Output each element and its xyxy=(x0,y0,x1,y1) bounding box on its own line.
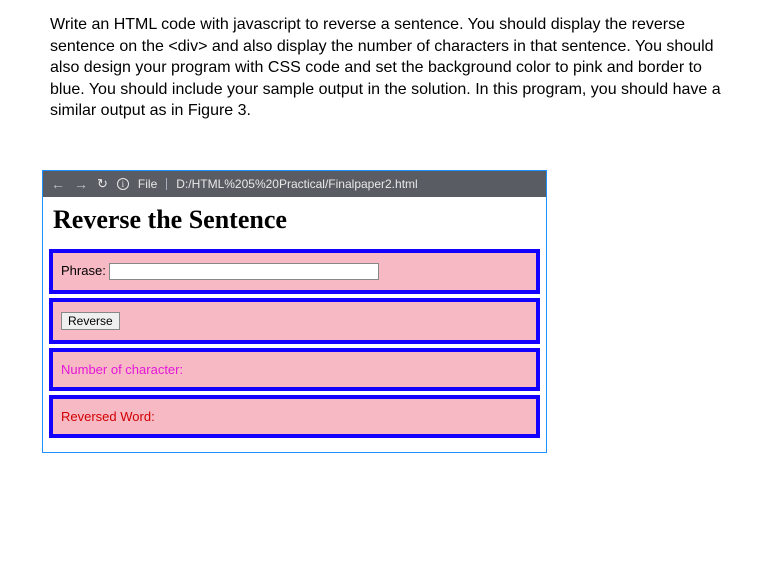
browser-toolbar: ← → ↻ i File D:/HTML%205%20Practical/Fin… xyxy=(43,171,546,197)
reversed-word-row: Reversed Word: xyxy=(49,395,540,438)
reversed-word-label: Reversed Word: xyxy=(61,409,155,424)
info-icon[interactable]: i xyxy=(117,178,129,190)
reverse-button[interactable]: Reverse xyxy=(61,312,120,330)
form-panel: Phrase: Reverse Number of character: Rev… xyxy=(43,249,546,452)
divider xyxy=(166,178,167,190)
forward-icon[interactable]: → xyxy=(74,176,88,192)
page-title: Reverse the Sentence xyxy=(53,205,536,235)
url-text: D:/HTML%205%20Practical/Finalpaper2.html xyxy=(176,177,417,191)
char-count-label: Number of character: xyxy=(61,362,183,377)
phrase-input[interactable] xyxy=(109,263,379,280)
browser-window: ← → ↻ i File D:/HTML%205%20Practical/Fin… xyxy=(42,170,547,453)
reload-icon[interactable]: ↻ xyxy=(97,176,108,192)
phrase-label: Phrase: xyxy=(61,263,106,278)
char-count-row: Number of character: xyxy=(49,348,540,391)
phrase-row: Phrase: xyxy=(49,249,540,294)
reverse-row: Reverse xyxy=(49,298,540,344)
file-label: File xyxy=(138,177,157,191)
page-content: Reverse the Sentence Phrase: Reverse Num… xyxy=(43,205,546,452)
question-text: Write an HTML code with javascript to re… xyxy=(10,8,771,132)
back-icon[interactable]: ← xyxy=(51,176,65,192)
